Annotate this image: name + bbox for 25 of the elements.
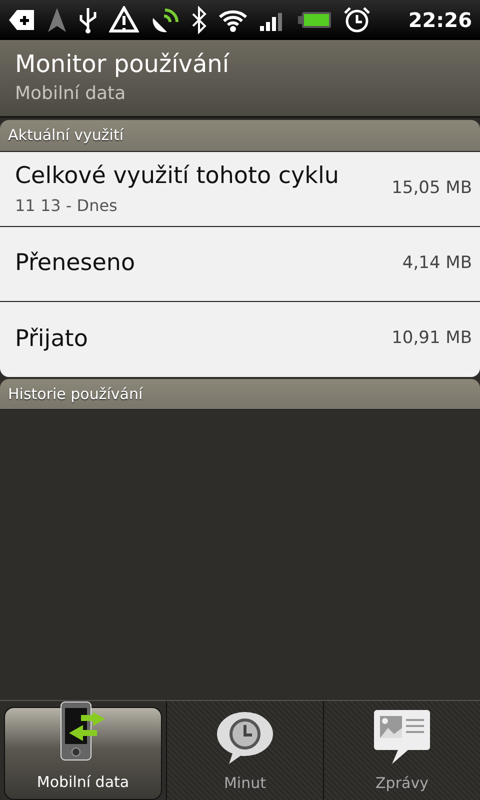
row-value: 15,05 MB bbox=[392, 176, 472, 200]
section-header: Historie používání bbox=[0, 378, 480, 410]
navigation-icon bbox=[47, 7, 67, 33]
row-value: 10,91 MB bbox=[392, 327, 472, 350]
screen-title: Monitor používání bbox=[15, 49, 230, 80]
row-detail: 11 13 - Dnes bbox=[15, 194, 118, 217]
screen-subtitle: Mobilní data bbox=[15, 82, 127, 106]
satellite-icon bbox=[150, 6, 180, 34]
battery-icon bbox=[298, 10, 332, 30]
row-label: Celkové využití tohoto cyklu bbox=[15, 162, 339, 192]
bluetooth-icon bbox=[191, 6, 207, 34]
row-label: Přeneseno bbox=[15, 249, 136, 278]
list-row[interactable]: Přeneseno 4,14 MB bbox=[0, 226, 480, 302]
alarm-clock-icon bbox=[343, 6, 371, 34]
status-time: 22:26 bbox=[408, 7, 472, 34]
list-row[interactable]: Celkové využití tohoto cyklu 11 13 - Dnes 15,05 MB bbox=[0, 152, 480, 226]
row-label: Přijato bbox=[15, 324, 88, 354]
usb-icon bbox=[78, 6, 98, 34]
tab[interactable]: Zprávy bbox=[323, 701, 480, 800]
tab[interactable]: Minut bbox=[166, 701, 323, 800]
list-row[interactable]: Přijato 10,91 MB bbox=[0, 302, 480, 376]
section-header: Aktuální využití bbox=[0, 120, 480, 152]
notification-icon bbox=[8, 8, 36, 32]
warning-icon bbox=[109, 6, 139, 34]
row-value: 4,14 MB bbox=[402, 252, 472, 275]
